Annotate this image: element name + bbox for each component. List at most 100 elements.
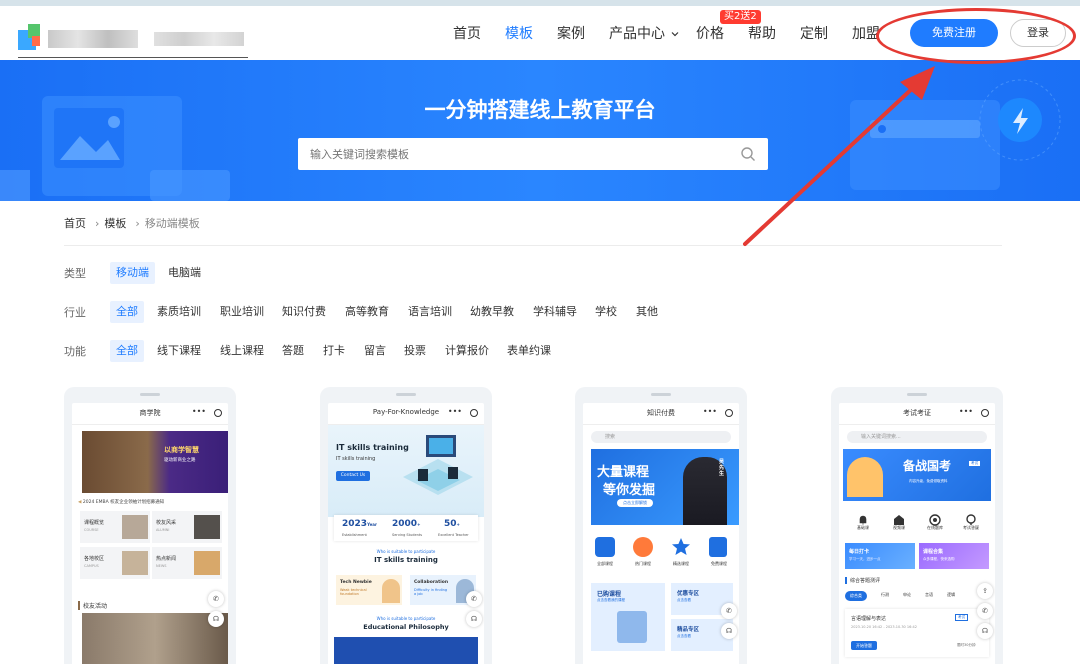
filter-industry-higher-edu[interactable]: 高等教育 [339,301,395,323]
filter-function-all[interactable]: 全部 [110,340,144,362]
phone-title-bar: 考试考证 ••• [839,403,995,425]
star-icon[interactable] [671,537,691,557]
filter-function-vote[interactable]: 投票 [398,340,432,362]
card3-purchased[interactable]: 已购课程 点击查看我的课程 [591,583,665,651]
filter-industry-quality[interactable]: 素质培训 [151,301,207,323]
filter-industry-all[interactable]: 全部 [110,301,144,323]
icon-label: 免费课程 [711,561,727,566]
breadcrumb-templates[interactable]: 模板 [104,217,126,230]
filter-industry-row: 行业 全部 素质培训 职业培训 知识付费 高等教育 语言培训 幼教早教 学科辅导… [64,301,704,323]
bell-icon[interactable] [857,511,869,525]
promo-sub: 点击查看我的课程 [597,598,625,602]
logo-slogan-blurred [154,32,244,46]
filter-function-quiz[interactable]: 答题 [276,340,310,362]
tab-comprehensive[interactable]: 综合类 [845,591,867,601]
filter-function-quote[interactable]: 计算报价 [439,340,495,362]
icon-label: 全部课程 [597,561,613,566]
filter-function-offline[interactable]: 线下课程 [151,340,207,362]
speaker-icon: ◀ [78,500,82,505]
card1-tile-news: 热点新闻 NEWS [152,547,222,579]
template-card-knowledge-pay[interactable]: 知识付费 ••• 搜索 大量课程 等你发掘 点击立即解锁 吴先生 全部课程 热门… [575,387,747,664]
template-card-pay-for-knowledge[interactable]: Pay-For-Knowledge ••• IT skills training… [320,387,492,664]
template-card-business-school[interactable]: 商学院 ••• 以商学智慧 驱动新商业之路 ◀ 2024 EMBA 校友企业领袖… [64,387,236,664]
share-icon[interactable]: ⇪ [977,583,993,599]
headset-icon[interactable]: ☊ [977,623,993,639]
nav-templates[interactable]: 模板 [505,24,533,44]
card4-course-collection[interactable]: 课程合集 众多课程，快来选购 [919,543,989,569]
card3-search[interactable]: 搜索 [591,431,731,443]
search-icon[interactable] [740,146,756,162]
free-course-icon[interactable] [709,537,727,557]
card2-contact-button[interactable]: Contact Us [336,471,370,481]
tile-sub: COURSE [84,528,99,532]
more-icon: ••• [447,407,462,416]
phone-icon[interactable]: ✆ [977,603,993,619]
filter-function-message[interactable]: 留言 [358,340,392,362]
nav-products[interactable]: 产品中心 [609,24,679,44]
qa-icon[interactable] [965,511,977,525]
promo-sub: 点击查看 [677,598,691,602]
filter-industry-school[interactable]: 学校 [589,301,623,323]
card2-hero-sub: IT skills training [336,456,376,462]
filter-function-booking[interactable]: 表单约课 [501,340,557,362]
tile-title: 课程合集 [923,549,944,555]
phone-notch [651,393,671,396]
icon-label: 视频课 [893,525,905,530]
nav-cases[interactable]: 案例 [557,24,585,44]
phone-title-bar: 商学院 ••• [72,403,228,425]
template-search-input[interactable] [298,138,738,170]
card1-tile-course: 课程概览 COURSE [80,511,150,543]
phone-icon[interactable]: ✆ [466,591,482,607]
filter-industry-vocational[interactable]: 职业培训 [214,301,270,323]
tile-sub: ALUMNI [156,528,170,532]
quiz-bank-icon[interactable] [929,511,941,526]
target-icon [214,409,222,417]
card1-tile-alumni: 校友风采 ALUMNI [152,511,222,543]
card4-daily-checkin[interactable]: 每日打卡 学习一天，进步一点 [845,543,915,569]
phone-icon[interactable]: ✆ [208,591,224,607]
tile-sub: 学习一天，进步一点 [849,557,881,561]
filter-industry-early-edu[interactable]: 幼教早教 [464,301,520,323]
promo-title: 优惠专区 [677,591,700,597]
filter-industry-language[interactable]: 语言培训 [402,301,458,323]
filter-industry-tutoring[interactable]: 学科辅导 [527,301,583,323]
site-logo[interactable] [18,22,248,58]
video-icon[interactable] [893,511,905,525]
courses-icon[interactable] [595,537,615,557]
icon-label: 在线题库 [927,525,943,530]
phone-title-bar: 知识付费 ••• [583,403,739,425]
phone-icon[interactable]: ✆ [721,603,737,619]
card2-philosophy-block [334,637,478,664]
tab-shenlun[interactable]: 申论 [903,592,911,598]
hot-icon[interactable] [633,537,653,557]
stat-value: 2000+ [392,519,421,529]
headset-icon[interactable]: ☊ [721,623,737,639]
filter-type-label: 类型 [64,267,86,280]
filter-type-pc[interactable]: 电脑端 [162,262,207,284]
filter-function-online[interactable]: 线上课程 [214,340,270,362]
headset-icon[interactable]: ☊ [466,611,482,627]
template-card-exam-cert[interactable]: 考试考证 ••• 输入关键词搜索... 备战国考 考试 内容升级，免费领取资料 … [831,387,1003,664]
banner-title: 一分钟搭建线上教育平台 [424,98,656,122]
nav-pricing[interactable]: 价格 [696,24,724,44]
tab-yanyu[interactable]: 言语 [925,592,933,598]
start-quiz-button[interactable]: 开始答题 [851,641,877,650]
banner-tag: 考试 [969,461,980,466]
card4-quiz-item[interactable]: 言语理解与表达 考试 2023.10.20 16:42 - 2023.10.30… [845,609,989,657]
nav-custom[interactable]: 定制 [800,24,828,44]
filter-industry-knowledge[interactable]: 知识付费 [276,301,332,323]
tile-photo [122,551,148,575]
card2-tech-newbie: Tech Newbie Weak technical foundation [336,575,402,605]
breadcrumb-home[interactable]: 首页 [64,217,86,230]
card3-search[interactable]: 输入关键词搜索... [847,431,987,443]
headset-icon[interactable]: ☊ [208,611,224,627]
filter-industry-other[interactable]: 其他 [630,301,664,323]
filter-type-mobile[interactable]: 移动端 [110,262,155,284]
promo-title: 已购课程 [597,591,622,598]
tab-logic[interactable]: 逻辑 [947,592,955,598]
nav-help[interactable]: 帮助 [748,24,776,44]
tab-xingce[interactable]: 行测 [881,592,889,598]
tile-title: 各地校区 [84,556,105,562]
filter-function-checkin[interactable]: 打卡 [317,340,351,362]
nav-home[interactable]: 首页 [453,24,481,44]
